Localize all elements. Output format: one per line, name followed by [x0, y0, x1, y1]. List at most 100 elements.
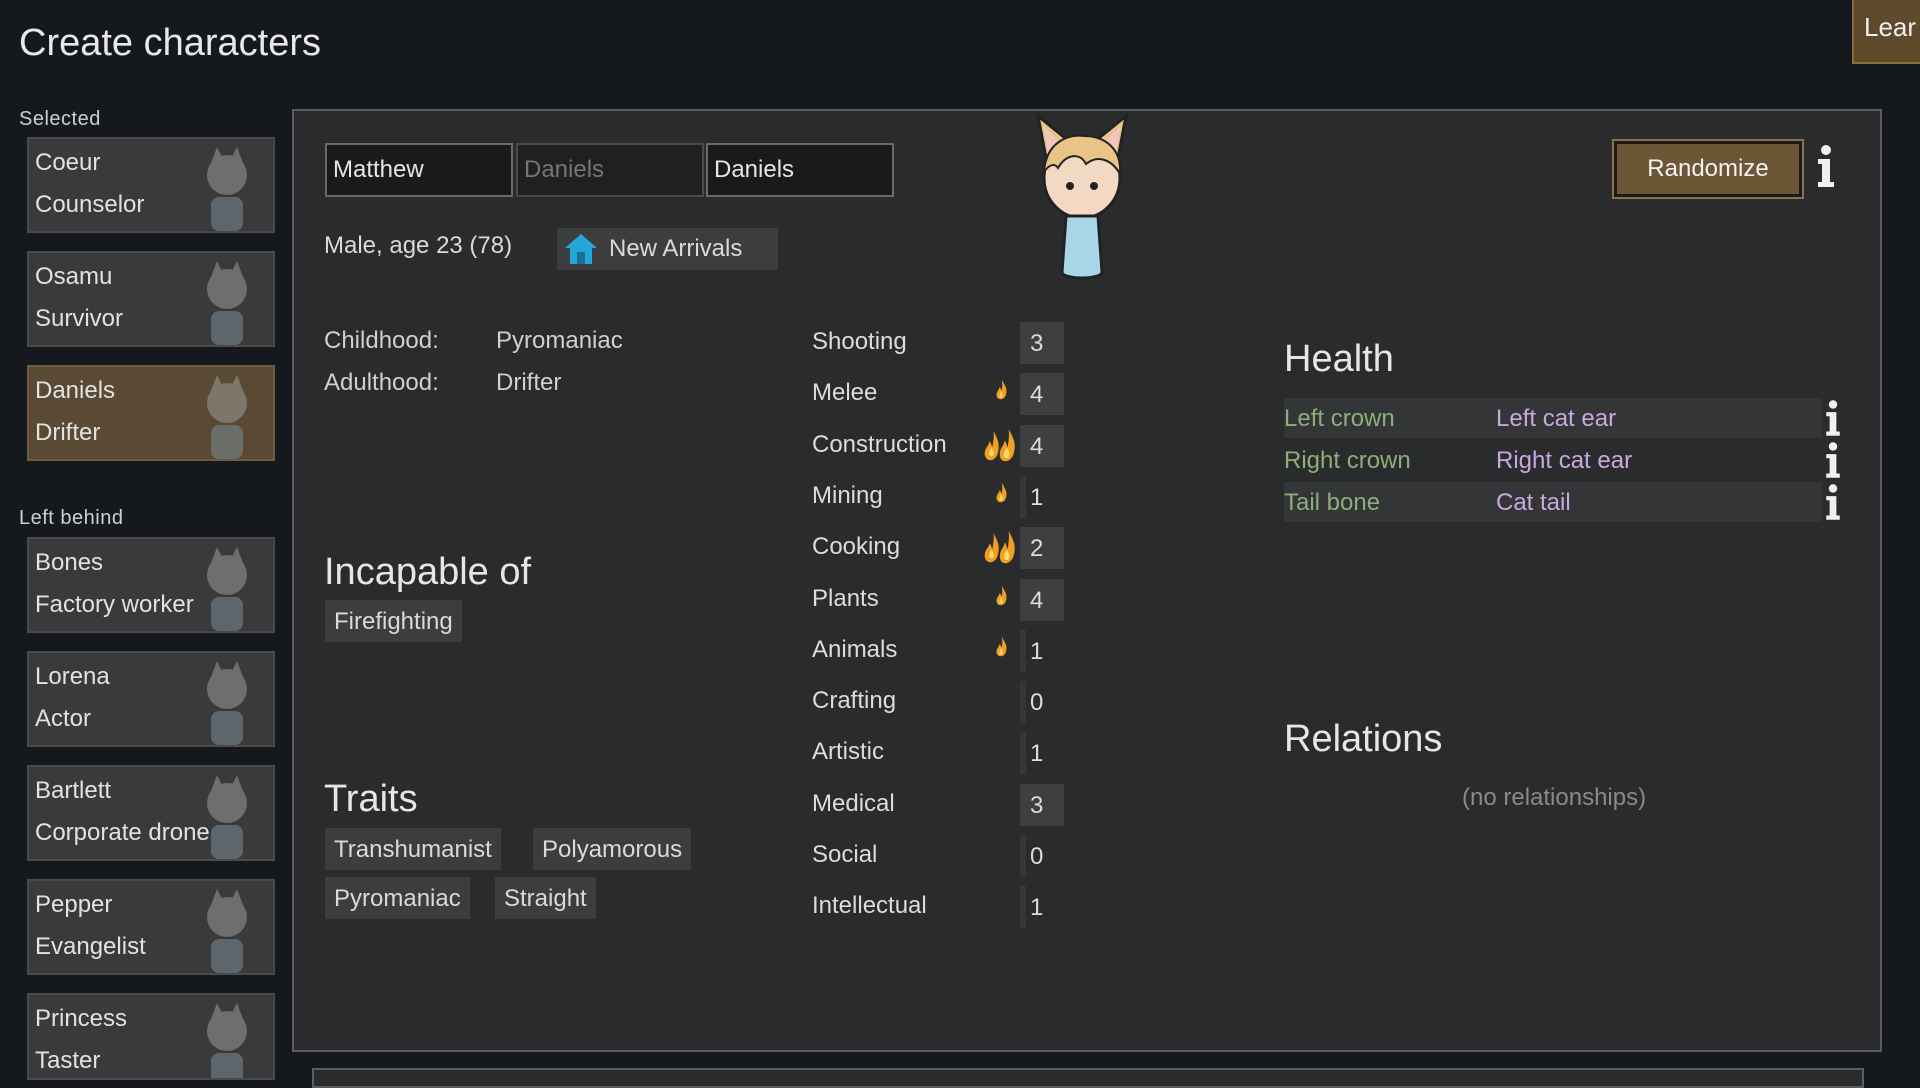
pawn-name: Coeur [35, 149, 101, 176]
pawn-preview-portrait [1035, 112, 1129, 280]
pawn-name: Daniels [35, 377, 116, 404]
left-behind-section-label: Left behind [19, 507, 124, 529]
learning-helper-button[interactable]: Lear [1852, 0, 1920, 64]
traits-heading: Traits [324, 778, 418, 820]
page-title: Create characters [19, 22, 322, 64]
skill-level-bar [1020, 886, 1026, 928]
nickname-input[interactable] [516, 143, 704, 197]
pawn-portrait [189, 773, 265, 859]
skill-name: Cooking [812, 533, 901, 560]
trait-tag[interactable]: Straight [495, 877, 596, 919]
childhood-backstory[interactable]: Pyromaniac [496, 327, 623, 355]
condition-label: Cat tail [1496, 489, 1571, 516]
flame-icon [990, 375, 1012, 403]
condition-label: Right cat ear [1496, 447, 1633, 474]
pawn-name: Bartlett [35, 777, 112, 804]
pawn-name: Bones [35, 549, 104, 576]
pawn-card-pepper[interactable]: Pepper Evangelist [27, 879, 275, 975]
house-icon [565, 234, 597, 264]
info-icon[interactable] [1822, 482, 1844, 522]
pawn-title: Factory worker [35, 591, 194, 618]
pawn-name: Lorena [35, 663, 110, 690]
pawn-name: Princess [35, 1005, 128, 1032]
pawn-card-bartlett[interactable]: Bartlett Corporate drone [27, 765, 275, 861]
body-part-label: Tail bone [1284, 489, 1381, 516]
pawn-card-coeur[interactable]: Coeur Counselor [27, 137, 275, 233]
skill-name: Animals [812, 636, 898, 663]
trait-tag[interactable]: Pyromaniac [325, 877, 470, 919]
flame-icon [990, 632, 1012, 660]
skill-level-value: 4 [1030, 433, 1044, 460]
pawn-card-bones[interactable]: Bones Factory worker [27, 537, 275, 633]
adulthood-label: Adulthood: [324, 369, 439, 396]
skill-name: Crafting [812, 687, 897, 714]
skill-name: Plants [812, 585, 879, 612]
skill-level-value: 4 [1030, 587, 1044, 614]
skill-name: Medical [812, 790, 895, 817]
last-name-input[interactable] [706, 143, 894, 197]
info-icon[interactable] [1822, 440, 1844, 480]
pawn-portrait [189, 545, 265, 631]
bottom-panel-edge [312, 1068, 1864, 1088]
pawn-title: Survivor [35, 305, 124, 332]
pawn-name: Pepper [35, 891, 113, 918]
skill-name: Melee [812, 379, 878, 406]
skill-level-value: 1 [1030, 638, 1044, 665]
info-icon[interactable] [1813, 144, 1839, 188]
skill-name: Social [812, 841, 878, 868]
skill-level-value: 3 [1030, 792, 1044, 819]
pawn-portrait [189, 887, 265, 973]
skill-level-value: 1 [1030, 740, 1044, 767]
info-icon[interactable] [1822, 398, 1844, 438]
pawn-title: Evangelist [35, 933, 146, 960]
pawn-portrait [189, 1001, 265, 1080]
health-row[interactable]: Right crown Right cat ear [1284, 440, 1822, 480]
no-relationships-text: (no relationships) [1462, 784, 1647, 811]
skill-level-bar [1020, 681, 1026, 723]
childhood-label: Childhood: [324, 327, 439, 354]
skill-name: Mining [812, 482, 883, 509]
double-flame-icon [982, 427, 1020, 465]
skill-name: Shooting [812, 328, 907, 355]
skill-level-value: 3 [1030, 330, 1044, 357]
first-name-input[interactable] [325, 143, 513, 197]
health-row[interactable]: Left crown Left cat ear [1284, 398, 1822, 438]
trait-tag[interactable]: Transhumanist [325, 828, 501, 870]
skill-level-bar [1020, 476, 1026, 518]
skill-name: Construction [812, 431, 947, 458]
health-heading: Health [1284, 338, 1394, 380]
faction-label: New Arrivals [609, 235, 743, 262]
skill-name: Intellectual [812, 892, 927, 919]
skill-level-value: 1 [1030, 894, 1044, 921]
pawn-portrait [189, 259, 265, 345]
pawn-title: Corporate drone [35, 819, 210, 846]
adulthood-backstory[interactable]: Drifter [496, 369, 561, 397]
body-part-label: Left crown [1284, 405, 1395, 432]
health-row[interactable]: Tail bone Cat tail [1284, 482, 1822, 522]
pawn-portrait [189, 373, 265, 459]
pawn-card-osamu[interactable]: Osamu Survivor [27, 251, 275, 347]
pawn-title: Counselor [35, 191, 145, 218]
pawn-title: Drifter [35, 419, 101, 446]
skill-level-bar [1020, 630, 1026, 672]
pawn-card-daniels[interactable]: Daniels Drifter [27, 365, 275, 461]
relations-heading: Relations [1284, 718, 1443, 760]
pawn-title: Taster [35, 1047, 101, 1074]
randomize-button[interactable]: Randomize [1612, 139, 1804, 199]
skill-name: Artistic [812, 738, 884, 765]
trait-tag[interactable]: Polyamorous [533, 828, 692, 870]
pawn-name: Osamu [35, 263, 113, 290]
faction-chip[interactable]: New Arrivals [557, 228, 778, 270]
pawn-card-princess[interactable]: Princess Taster [27, 993, 275, 1080]
skill-level-value: 2 [1030, 535, 1044, 562]
double-flame-icon [982, 529, 1020, 567]
pawn-title: Actor [35, 705, 92, 732]
skill-level-value: 1 [1030, 484, 1044, 511]
skill-level-value: 0 [1030, 843, 1044, 870]
incapable-tag[interactable]: Firefighting [325, 600, 462, 642]
flame-icon [990, 581, 1012, 609]
pawn-portrait [189, 145, 265, 231]
pawn-portrait [189, 659, 265, 745]
pawn-card-lorena[interactable]: Lorena Actor [27, 651, 275, 747]
gender-age-label: Male, age 23 (78) [324, 232, 513, 259]
